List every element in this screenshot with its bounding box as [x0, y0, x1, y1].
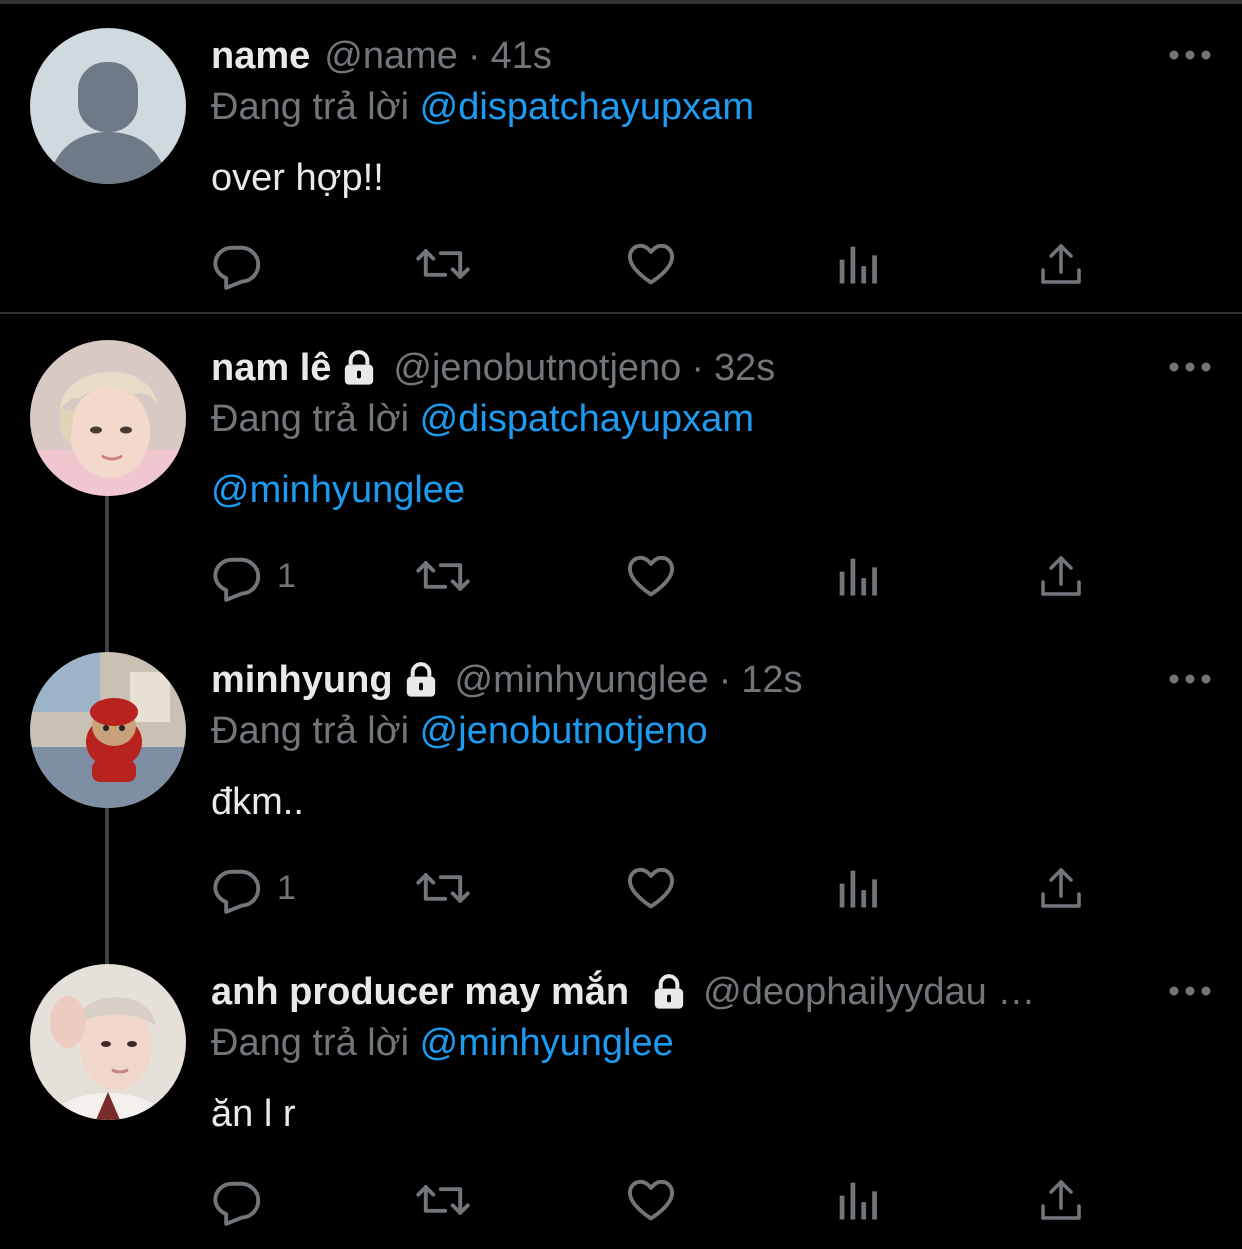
reply-context: Đang trả lời @minhyunglee — [211, 1018, 674, 1068]
views-button[interactable] — [835, 856, 879, 920]
timestamp[interactable]: 32s — [714, 344, 775, 392]
views-icon — [839, 1182, 877, 1220]
reply-button[interactable]: 1 — [211, 544, 296, 608]
share-button[interactable] — [1037, 856, 1085, 920]
timestamp[interactable]: 12s — [741, 656, 802, 704]
reply-icon — [213, 557, 261, 602]
retweet-icon — [416, 1185, 470, 1215]
photo-plush-bear-icon — [30, 652, 186, 808]
like-button[interactable] — [625, 544, 677, 608]
share-icon — [1041, 1180, 1081, 1220]
reply-icon — [213, 1181, 261, 1226]
handle[interactable]: @jenobutnotjeno — [393, 344, 681, 392]
retweet-button[interactable] — [415, 1168, 471, 1232]
more-icon[interactable] — [1168, 666, 1212, 692]
handle[interactable]: @deophailyydau … — [703, 968, 1035, 1016]
photo-blond-person-icon — [30, 340, 186, 496]
reply-prefix: Đang trả lời — [211, 710, 410, 752]
retweet-icon — [416, 249, 470, 279]
reply-to-mention[interactable]: @minhyunglee — [420, 1022, 674, 1064]
reply-button[interactable]: 1 — [211, 856, 296, 920]
reply-button[interactable] — [211, 1168, 277, 1232]
timestamp[interactable]: 41s — [491, 32, 552, 80]
retweet-icon — [416, 561, 470, 591]
action-bar — [211, 1168, 1091, 1232]
tweet-text: over hợp!! — [211, 157, 384, 199]
heart-icon — [627, 243, 675, 285]
lock-icon — [345, 350, 374, 385]
avatar[interactable] — [30, 964, 186, 1120]
avatar[interactable] — [30, 340, 186, 496]
reply-icon — [213, 245, 261, 290]
more-icon[interactable] — [1168, 354, 1212, 380]
lock-icon — [654, 974, 684, 1009]
display-name[interactable]: nam lê — [211, 344, 331, 392]
separator-dot: · — [691, 347, 704, 389]
views-button[interactable] — [835, 1168, 879, 1232]
reply-icon — [213, 869, 261, 914]
like-button[interactable] — [625, 1168, 677, 1232]
retweet-button[interactable] — [415, 232, 471, 296]
views-icon — [839, 870, 877, 908]
tweet-item[interactable]: nam lê @jenobutnotjeno · 32s Đang trả lờ… — [0, 312, 1242, 624]
reply-button[interactable] — [211, 232, 277, 296]
views-icon — [839, 558, 877, 596]
reply-context: Đang trả lời @dispatchayupxam — [211, 82, 754, 132]
views-button[interactable] — [835, 544, 879, 608]
separator-dot: · — [718, 659, 732, 701]
tweet-text: ăn l r — [211, 1093, 296, 1135]
views-button[interactable] — [835, 232, 879, 296]
share-icon — [1041, 244, 1081, 284]
more-icon[interactable] — [1168, 42, 1212, 68]
like-button[interactable] — [625, 856, 677, 920]
reply-prefix: Đang trả lời — [211, 398, 410, 440]
retweet-button[interactable] — [415, 856, 471, 920]
more-icon[interactable] — [1168, 978, 1212, 1004]
separator-dot: · — [467, 35, 481, 77]
lock-icon — [406, 662, 435, 697]
reply-count: 1 — [277, 868, 296, 907]
photo-person-hand-icon — [30, 964, 186, 1120]
default-avatar-icon — [30, 28, 186, 184]
share-button[interactable] — [1037, 1168, 1085, 1232]
display-name[interactable]: minhyung — [211, 656, 393, 704]
reply-context: Đang trả lời @jenobutnotjeno — [211, 706, 708, 756]
reply-to-mention[interactable]: @dispatchayupxam — [420, 86, 754, 128]
tweet-item[interactable]: minhyung @minhyunglee · 12s Đang trả lời… — [0, 624, 1242, 936]
handle[interactable]: @minhyunglee — [455, 656, 709, 704]
tweet-text-mention[interactable]: @minhyunglee — [211, 462, 465, 518]
share-icon — [1041, 868, 1081, 908]
handle[interactable]: @name — [324, 32, 458, 80]
avatar[interactable] — [30, 28, 186, 184]
reply-to-mention[interactable]: @jenobutnotjeno — [420, 710, 708, 752]
share-button[interactable] — [1037, 544, 1085, 608]
retweet-icon — [416, 873, 470, 903]
reply-count: 1 — [277, 556, 296, 595]
action-bar: 1 — [211, 856, 1091, 920]
action-bar — [211, 232, 1091, 296]
heart-icon — [627, 867, 675, 909]
display-name[interactable]: name — [211, 32, 310, 80]
tweet-text: đkm.. — [211, 781, 304, 823]
heart-icon — [627, 555, 675, 597]
reply-context: Đang trả lời @dispatchayupxam — [211, 394, 754, 444]
views-icon — [839, 246, 877, 284]
like-button[interactable] — [625, 232, 677, 296]
display-name[interactable]: anh producer may mắn — [211, 968, 629, 1016]
retweet-button[interactable] — [415, 544, 471, 608]
avatar[interactable] — [30, 652, 186, 808]
reply-prefix: Đang trả lời — [211, 86, 410, 128]
tweet-item[interactable]: name @name · 41s Đang trả lời @dispatcha… — [0, 0, 1242, 312]
action-bar: 1 — [211, 544, 1091, 608]
reply-prefix: Đang trả lời — [211, 1022, 410, 1064]
reply-to-mention[interactable]: @dispatchayupxam — [420, 398, 754, 440]
share-icon — [1041, 556, 1081, 596]
heart-icon — [627, 1179, 675, 1221]
share-button[interactable] — [1037, 232, 1085, 296]
tweet-item[interactable]: anh producer may mắn @deophailyydau … Đa… — [0, 936, 1242, 1249]
